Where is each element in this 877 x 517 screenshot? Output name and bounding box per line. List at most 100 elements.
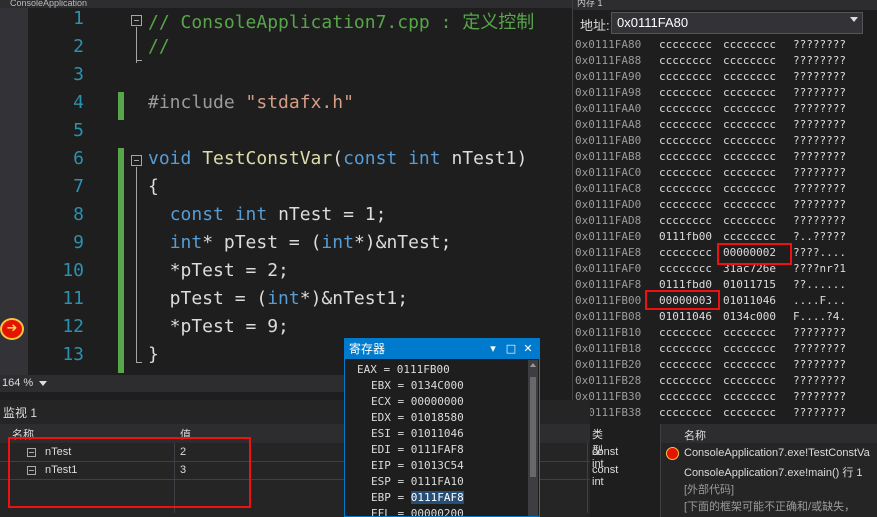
memory-row[interactable]: 0x0111FA90 cccccccc cccccccc???????? (573, 69, 877, 85)
call-stack-header: 名称 (661, 424, 877, 443)
scrollbar-thumb[interactable] (530, 377, 536, 477)
register-row[interactable]: EFL = 00000200 (371, 507, 464, 516)
code-token: int (169, 232, 203, 253)
call-stack-window[interactable]: 名称 ConsoleApplication7.exe!TestConstVa C… (660, 424, 877, 517)
call-stack-frame[interactable]: ConsoleApplication7.exe!main() 行 1 (684, 464, 863, 480)
code-token: *)&nTest; (353, 232, 452, 253)
memory-value: cccccccc (659, 262, 712, 275)
code-line[interactable]: void TestConstVar(const int nTest1) (148, 148, 527, 169)
call-stack-col-name[interactable]: 名称 (684, 427, 706, 443)
memory-row[interactable]: 0x0111FAB0 cccccccc cccccccc???????? (573, 133, 877, 149)
code-line[interactable]: int* pTest = (int*)&nTest; (148, 232, 452, 253)
register-value[interactable]: 01018580 (411, 411, 464, 424)
memory-row[interactable]: 0x0111FAD8 cccccccc cccccccc???????? (573, 213, 877, 229)
memory-row[interactable]: 0x0111FAF8 0111fbd0 01011715??...... (573, 277, 877, 293)
memory-value: cccccccc (723, 86, 776, 99)
call-stack-frame[interactable]: [下面的框架可能不正确和/或缺失， (684, 498, 855, 514)
register-value[interactable]: 00000000 (411, 395, 464, 408)
memory-row[interactable]: 0x0111FA80 cccccccc cccccccc???????? (573, 37, 877, 53)
memory-row[interactable]: 0x0111FA98 cccccccc cccccccc???????? (573, 85, 877, 101)
memory-row[interactable]: 0x0111FB38 cccccccc cccccccc???????? (573, 405, 877, 421)
register-value[interactable]: 0111FAF8 (411, 443, 464, 456)
memory-row[interactable]: 0x0111FB18 cccccccc cccccccc???????? (573, 341, 877, 357)
collapse-icon[interactable] (131, 15, 142, 26)
memory-value: cccccccc (723, 358, 776, 371)
memory-ascii: ??...... (793, 278, 846, 291)
registers-title-bar[interactable]: 寄存器 ▾ □ ✕ (345, 339, 539, 359)
memory-row[interactable]: 0x0111FB20 cccccccc cccccccc???????? (573, 357, 877, 373)
memory-value: 01011046 (723, 294, 776, 307)
register-value[interactable]: 01011046 (411, 427, 464, 440)
memory-row[interactable]: 0x0111FB00 00000003 01011046 ....F... (573, 293, 877, 309)
memory-ascii: ????.... (793, 246, 846, 259)
code-line[interactable]: { (148, 176, 159, 197)
memory-ascii: ???????? (793, 86, 846, 99)
memory-row[interactable]: 0x0111FAC8 cccccccc cccccccc???????? (573, 181, 877, 197)
code-line[interactable]: // ConsoleApplication7.cpp : 定义控制 (148, 8, 534, 34)
register-value[interactable]: 0134C000 (411, 379, 464, 392)
watch-window-title[interactable]: 监视 1 (3, 404, 37, 421)
memory-ascii: ....F... (793, 294, 846, 307)
window-menu-icon[interactable]: ▾ (487, 342, 499, 355)
register-value[interactable]: 00000200 (411, 507, 464, 516)
memory-row[interactable]: 0x0111FAB8 cccccccc cccccccc???????? (573, 149, 877, 165)
register-value[interactable]: 0111FB00 (397, 363, 450, 376)
memory-window[interactable]: 内存 1 地址: 0x0111FA80 0x0111FA80 cccccccc cc… (572, 0, 877, 430)
maximize-icon[interactable]: □ (505, 342, 517, 355)
close-icon[interactable]: ✕ (522, 342, 534, 355)
memory-row[interactable]: 0x0111FAA8 cccccccc cccccccc???????? (573, 117, 877, 133)
register-row[interactable]: ESI = 01011046 (371, 427, 464, 440)
fold-guide (136, 60, 142, 61)
memory-address: 0x0111FAD0 (575, 198, 642, 211)
chevron-down-icon[interactable] (39, 380, 48, 386)
chevron-down-icon[interactable] (850, 17, 858, 22)
memory-window-title[interactable]: 内存 1 (573, 0, 877, 10)
collapse-icon[interactable] (131, 155, 142, 166)
register-name: EBP (371, 491, 391, 504)
code-line[interactable]: *pTest = 9; (148, 316, 289, 337)
code-line[interactable]: // (148, 36, 170, 57)
register-row[interactable]: EAX = 0111FB00 (357, 363, 450, 376)
code-line[interactable]: } (148, 344, 159, 365)
register-row[interactable]: EBP = 0111FAF8 (371, 491, 464, 504)
code-line[interactable]: #include "stdafx.h" (148, 92, 354, 113)
memory-ascii: ???????? (793, 358, 846, 371)
memory-row[interactable]: 0x0111FB30 cccccccc cccccccc???????? (573, 389, 877, 405)
call-stack-frame[interactable]: ConsoleApplication7.exe!TestConstVa (684, 447, 870, 459)
register-row[interactable]: ESP = 0111FA10 (371, 475, 464, 488)
register-value[interactable]: 0111FAF8 (410, 491, 464, 504)
call-stack-frame[interactable]: [外部代码] (684, 481, 734, 497)
register-value[interactable]: 0111FA10 (411, 475, 464, 488)
register-name: EBX (371, 379, 391, 392)
code-line[interactable]: pTest = (int*)&nTest1; (148, 288, 408, 309)
document-tab[interactable]: ConsoleApplication (10, 0, 87, 8)
memory-row[interactable]: 0x0111FB28 cccccccc cccccccc???????? (573, 373, 877, 389)
register-row[interactable]: ECX = 00000000 (371, 395, 464, 408)
memory-value: cccccccc (723, 214, 776, 227)
memory-row[interactable]: 0x0111FB08 01011046 0134c000 F....?4. (573, 309, 877, 325)
register-value[interactable]: 01013C54 (411, 459, 464, 472)
register-row[interactable]: EIP = 01013C54 (371, 459, 464, 472)
memory-ascii: ???????? (793, 214, 846, 227)
memory-row[interactable]: 0x0111FAA0 cccccccc cccccccc???????? (573, 101, 877, 117)
register-row[interactable]: EDX = 01018580 (371, 411, 464, 424)
memory-address: 0x0111FB10 (575, 326, 642, 339)
code-line[interactable]: const int nTest = 1; (148, 204, 387, 225)
zoom-level[interactable]: 164 % (2, 377, 33, 389)
address-input[interactable]: 0x0111FA80 (611, 12, 863, 34)
memory-value: cccccccc (723, 118, 776, 131)
code-line[interactable]: *pTest = 2; (148, 260, 289, 281)
memory-row[interactable]: 0x0111FB10 cccccccc cccccccc???????? (573, 325, 877, 341)
code-token: void (148, 148, 203, 169)
memory-row[interactable]: 0x0111FAC0 cccccccc cccccccc???????? (573, 165, 877, 181)
register-row[interactable]: EDI = 0111FAF8 (371, 443, 464, 456)
memory-row[interactable]: 0x0111FA88 cccccccc cccccccc???????? (573, 53, 877, 69)
registers-window[interactable]: 寄存器 ▾ □ ✕ EAX = 0111FB00 EBX = 0134C000 EC… (344, 338, 540, 517)
highlight-box (8, 437, 251, 508)
memory-rows[interactable]: 0x0111FA80 cccccccc cccccccc???????? 0x0111… (573, 37, 877, 421)
memory-row[interactable]: 0x0111FAD0 cccccccc cccccccc???????? (573, 197, 877, 213)
scroll-up-icon[interactable] (530, 363, 536, 367)
code-editor[interactable]: ConsoleApplication ➜ 1 // ConsoleApplicat… (0, 0, 572, 375)
register-row[interactable]: EBX = 0134C000 (371, 379, 464, 392)
